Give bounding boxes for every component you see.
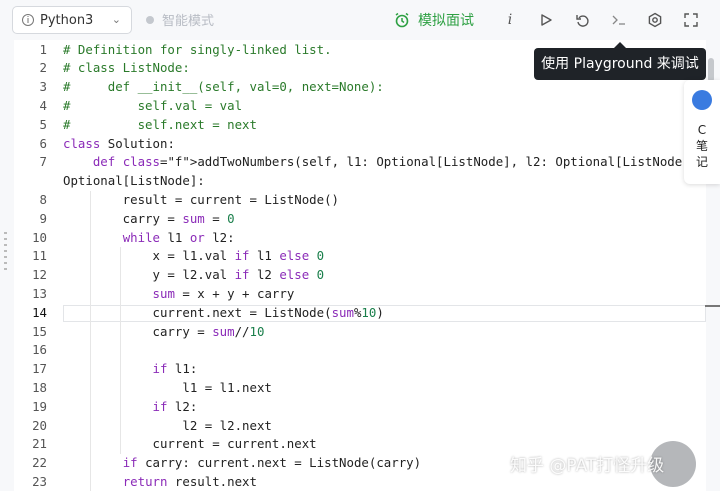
code-text: return result.next xyxy=(122,473,257,489)
line-number: 14 xyxy=(32,304,47,320)
code-line[interactable]: 12 y = l2.val if l2 else 0 xyxy=(14,266,706,285)
run-button[interactable] xyxy=(534,8,558,32)
info-icon: i xyxy=(507,12,513,28)
drag-handle[interactable] xyxy=(4,232,7,272)
code-line[interactable]: 8 result = current = ListNode() xyxy=(14,191,706,210)
line-number: 6 xyxy=(39,135,47,151)
line-number: 12 xyxy=(32,267,47,283)
settings-button[interactable] xyxy=(643,8,667,32)
code-text: if l2: xyxy=(152,398,198,414)
fullscreen-icon xyxy=(684,13,698,27)
language-select[interactable]: i Python3 ⌄ xyxy=(12,6,132,34)
line-number: 22 xyxy=(32,455,47,471)
smart-mode-toggle[interactable]: 智能模式 xyxy=(146,10,214,29)
editor-scrollbar[interactable] xyxy=(708,58,714,82)
code-line[interactable]: 3 # def __init__(self, val=0, next=None): xyxy=(14,78,706,97)
line-number: 10 xyxy=(32,229,47,245)
line-number: 23 xyxy=(32,473,47,489)
code-text: class Solution: xyxy=(63,135,175,151)
language-label: Python3 xyxy=(40,12,94,28)
reset-button[interactable] xyxy=(570,8,594,32)
chevron-down-icon: ⌄ xyxy=(111,13,121,26)
line-number: 18 xyxy=(32,379,47,395)
watermark: 知乎 @PAT打怪升级 xyxy=(510,456,665,476)
code-text: current = current.next xyxy=(63,436,317,452)
code-line[interactable]: 11 x = l1.val if l1 else 0 xyxy=(14,247,706,266)
smart-mode-dot-icon xyxy=(146,15,154,24)
code-text: carry = sum = 0 xyxy=(63,210,235,226)
code-line[interactable]: 13 sum = x + y + carry xyxy=(14,285,706,304)
run-icon xyxy=(541,14,552,26)
code-line[interactable]: 20 l2 = l2.next xyxy=(14,417,706,436)
code-line[interactable]: 9 carry = sum = 0 xyxy=(14,210,706,229)
line-number: 9 xyxy=(39,210,47,226)
line-number: 19 xyxy=(32,398,47,414)
indent-guide xyxy=(90,190,91,491)
code-line[interactable]: 7 def class="f">addTwoNumbers(self, l1: … xyxy=(14,153,706,172)
fullscreen-button[interactable] xyxy=(679,8,703,32)
code-text: carry = sum//10 xyxy=(63,323,265,339)
line-number: 20 xyxy=(32,417,47,433)
code-text: if l1: xyxy=(152,361,198,377)
line-number: 16 xyxy=(32,342,47,358)
line-number: 7 xyxy=(39,154,47,170)
mock-interview-button[interactable]: 模拟面试 xyxy=(394,10,474,30)
code-text: # self.next = next xyxy=(63,116,257,132)
playground-tooltip: 使用 Playground 来调试 xyxy=(534,42,706,80)
line-number: 2 xyxy=(39,60,47,76)
code-line[interactable]: 6 class Solution: xyxy=(14,135,706,154)
indent-guide xyxy=(120,247,121,455)
code-line[interactable]: 5 # self.next = next xyxy=(14,116,706,135)
code-text: # def __init__(self, val=0, next=None): xyxy=(63,79,384,95)
code-line[interactable]: 17 if l1: xyxy=(14,360,706,379)
line-number: 8 xyxy=(39,191,47,207)
code-line[interactable]: 4 # self.val = val xyxy=(14,97,706,116)
code-line[interactable]: 15 carry = sum//10 xyxy=(14,323,706,342)
line-number: 1 xyxy=(39,41,47,57)
code-text: # self.val = val xyxy=(63,97,243,113)
code-text: Optional[ListNode]: xyxy=(63,173,205,189)
code-text: result = current = ListNode() xyxy=(63,191,340,207)
line-number: 4 xyxy=(39,97,47,113)
code-text: # Definition for singly-linked list. xyxy=(63,41,332,57)
line-number: 5 xyxy=(39,116,47,132)
console-icon xyxy=(612,15,625,25)
code-text: while l1 or l2: xyxy=(122,229,235,245)
code-line[interactable]: 18 l1 = l1.next xyxy=(14,379,706,398)
code-line[interactable]: 19 if l2: xyxy=(14,398,706,417)
line-number: 3 xyxy=(39,79,47,95)
code-line[interactable]: 14 current.next = ListNode(sum%10) xyxy=(14,304,706,323)
code-text: l1 = l1.next xyxy=(63,379,272,395)
code-text: x = l1.val if l1 else 0 xyxy=(63,248,325,264)
code-text: def class="f">addTwoNumbers(self, l1: Op… xyxy=(92,154,706,170)
line-number: 21 xyxy=(32,436,47,452)
code-text: sum = x + y + carry xyxy=(152,285,295,301)
info-circle-icon: i xyxy=(22,14,34,26)
notes-logo-icon xyxy=(692,90,712,110)
code-text: l2 = l2.next xyxy=(63,417,272,433)
notes-panel-tab[interactable]: C 笔 记 xyxy=(684,80,720,184)
line-number: 17 xyxy=(32,361,47,377)
code-text: # class ListNode: xyxy=(63,60,190,76)
line-number: 11 xyxy=(32,248,47,264)
code-line[interactable]: Optional[ListNode]: xyxy=(14,172,706,191)
mock-interview-label: 模拟面试 xyxy=(418,13,474,29)
settings-icon xyxy=(648,12,662,28)
notes-label: C 笔 记 xyxy=(695,123,708,169)
code-text: if carry: current.next = ListNode(carry) xyxy=(122,455,422,471)
editor-toolbar: i Python3 ⌄ 智能模式 模拟面试 i xyxy=(0,0,720,40)
console-button[interactable] xyxy=(607,8,631,32)
code-line[interactable]: 16 xyxy=(14,341,706,360)
info-button[interactable]: i xyxy=(498,8,522,32)
code-line[interactable]: 10 while l1 or l2: xyxy=(14,229,706,248)
code-editor[interactable]: 1 # Definition for singly-linked list. 2 # … xyxy=(14,40,706,491)
line-number: 13 xyxy=(32,285,47,301)
alarm-clock-icon xyxy=(395,12,409,28)
reset-icon xyxy=(575,14,589,27)
code-text: current.next = ListNode(sum%10) xyxy=(63,304,384,320)
code-text: y = l2.val if l2 else 0 xyxy=(63,267,325,283)
line-number: 15 xyxy=(32,323,47,339)
smart-mode-label: 智能模式 xyxy=(162,14,215,29)
scrollbar-current-line-marker xyxy=(705,305,720,307)
